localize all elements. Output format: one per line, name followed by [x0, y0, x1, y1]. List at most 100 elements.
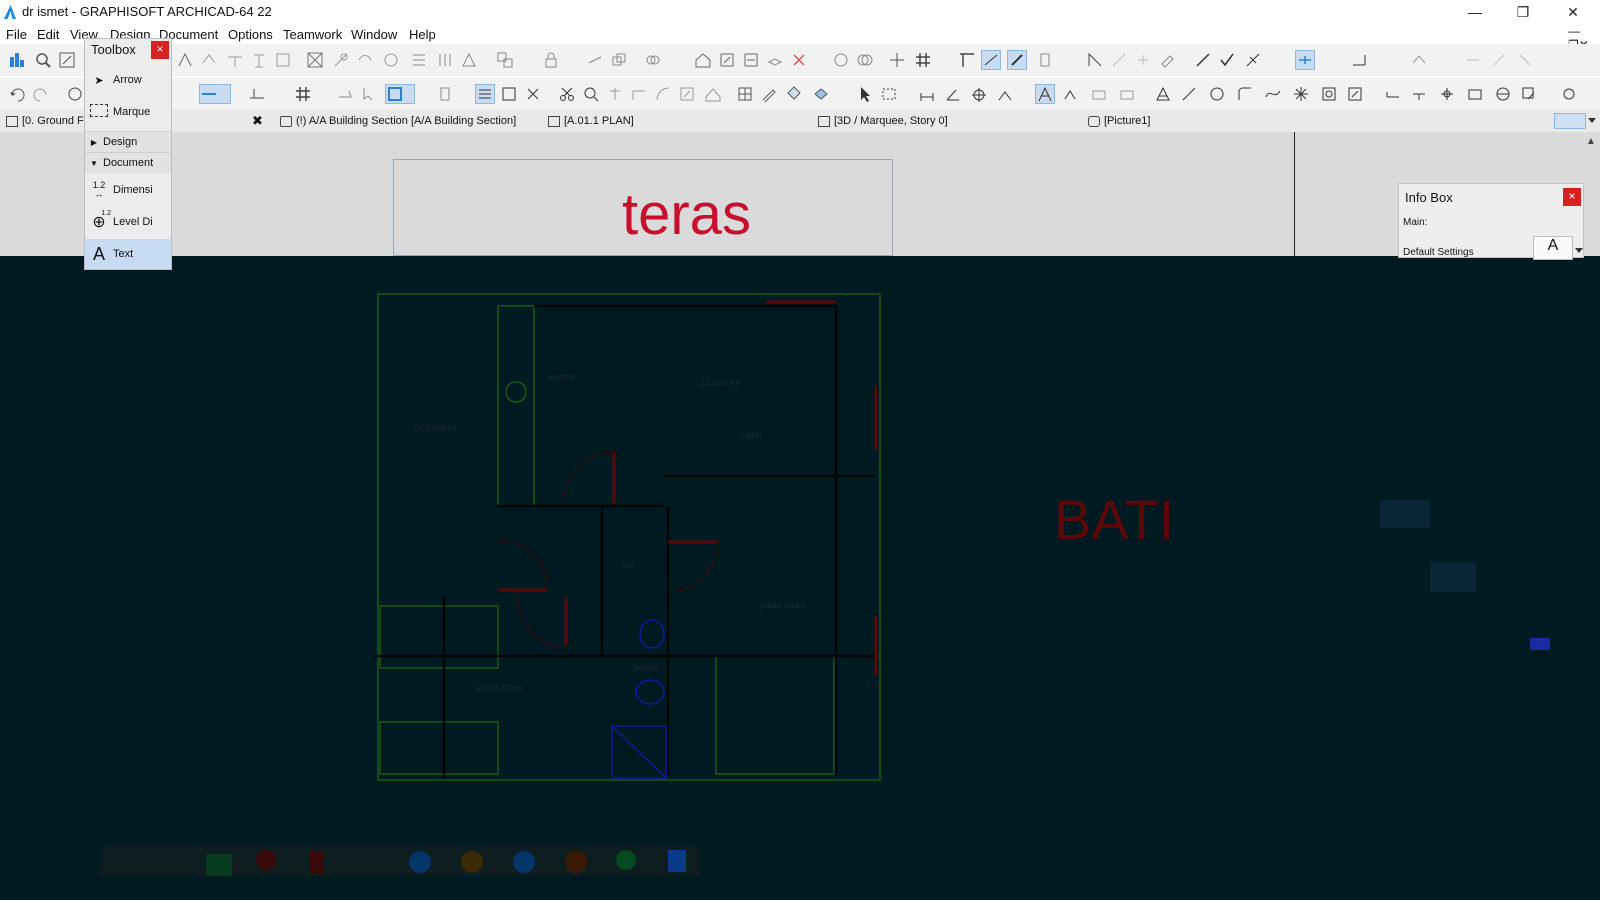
polygon-icon[interactable] [336, 85, 354, 103]
section-tool-icon[interactable] [1384, 85, 1402, 103]
rotate-icon[interactable] [382, 51, 400, 69]
layer-combo-icon[interactable] [475, 84, 495, 104]
pan-icon[interactable] [888, 51, 906, 69]
fillet-icon[interactable] [654, 85, 672, 103]
elevation-tool-icon[interactable] [1410, 85, 1428, 103]
drawing-canvas-dimmed[interactable]: mutfak 22.600 m² salon giriş kapısı hol … [0, 256, 1600, 900]
lock-icon[interactable] [542, 51, 560, 69]
markup-edit-icon[interactable] [1516, 51, 1534, 69]
info-box-default-settings[interactable]: Default Settings [1403, 247, 1474, 258]
find-select-icon[interactable] [582, 85, 600, 103]
worksheet-icon[interactable] [1466, 85, 1484, 103]
snap-points-icon[interactable] [1350, 51, 1368, 69]
drawing-canvas-top[interactable]: teras ▲ [0, 132, 1600, 256]
magic-wand-icon[interactable] [1007, 50, 1027, 70]
menu-edit[interactable]: Edit [37, 27, 59, 42]
tab-3d-marquee[interactable]: [3D / Marquee, Story 0] [818, 113, 948, 129]
label-teras[interactable]: teras [622, 186, 751, 244]
measure-icon[interactable] [1110, 51, 1128, 69]
tab-picture[interactable]: [Picture1] [1088, 113, 1150, 129]
dimension-tool-icon[interactable] [918, 85, 936, 103]
wall-geometry-icon[interactable] [199, 84, 231, 104]
hotlink-icon[interactable] [610, 51, 628, 69]
guide-lines-icon[interactable] [958, 51, 976, 69]
minimize-icon[interactable]: — [1452, 0, 1498, 24]
arc-tool-icon[interactable] [1236, 85, 1254, 103]
tab-list-dropdown-icon[interactable] [1588, 118, 1596, 123]
trace-icon[interactable] [1036, 51, 1054, 69]
label-tool-icon[interactable] [1062, 85, 1080, 103]
tool-arrow[interactable]: ➤ Arrow [85, 65, 171, 95]
profile-icon[interactable] [436, 85, 454, 103]
markup-icon[interactable] [1490, 51, 1508, 69]
distribute-icon[interactable] [436, 51, 454, 69]
interior-elevation-icon[interactable] [1438, 85, 1456, 103]
grid-snap-icon[interactable] [914, 51, 932, 69]
marquee-tool-icon[interactable] [880, 85, 898, 103]
menu-window[interactable]: Window [351, 27, 397, 42]
cross-icon[interactable] [524, 85, 542, 103]
split-icon[interactable] [356, 51, 374, 69]
scroll-up-icon[interactable]: ▲ [1586, 136, 1596, 147]
maximize-icon[interactable]: ❐ [1500, 0, 1546, 24]
toolbox-section-document[interactable]: ▼ Document [85, 152, 171, 173]
intersect-icon[interactable] [630, 85, 648, 103]
scissors-icon[interactable] [558, 85, 576, 103]
favorites-text-icon[interactable]: A [1533, 236, 1573, 260]
column-tool-icon[interactable] [250, 51, 268, 69]
merge-icon[interactable] [332, 51, 350, 69]
slab-tool-icon[interactable] [200, 51, 218, 69]
line-tool-icon[interactable] [1180, 85, 1198, 103]
gravity-icon[interactable] [981, 50, 1001, 70]
tab-building-section[interactable]: (!) A/A Building Section [A/A Building S… [280, 113, 516, 129]
drawing-icon[interactable] [1346, 85, 1364, 103]
hotspot-icon[interactable] [1292, 85, 1310, 103]
menu-teamwork[interactable]: Teamwork [283, 27, 342, 42]
toolbox-close-button[interactable]: × [151, 41, 169, 59]
tab-story[interactable]: [0. Ground F [6, 113, 84, 129]
undo-icon[interactable] [8, 85, 26, 103]
zone-tool-icon[interactable] [1090, 85, 1108, 103]
spline-tool-icon[interactable] [1264, 85, 1282, 103]
box-tool-icon[interactable] [385, 84, 415, 104]
align-icon[interactable] [410, 51, 428, 69]
tab-list-icon[interactable] [1554, 113, 1586, 129]
circle-tool-icon[interactable] [1208, 85, 1226, 103]
object-icon[interactable] [812, 85, 830, 103]
label-bati[interactable]: BATI [1054, 492, 1174, 548]
fit-window-icon[interactable] [58, 51, 76, 69]
arrow-tool-icon[interactable] [856, 85, 874, 103]
floor-plan-icon[interactable] [8, 51, 26, 69]
eraser-icon[interactable] [1158, 51, 1176, 69]
pen-set-icon[interactable] [500, 85, 518, 103]
grid-icon[interactable] [294, 85, 312, 103]
zone-stamp-icon[interactable] [1118, 85, 1136, 103]
snap-special-icon[interactable] [1295, 50, 1315, 70]
info-box-close-button[interactable]: × [1563, 188, 1581, 206]
hatch-icon[interactable] [1154, 85, 1172, 103]
angle-dim-icon[interactable] [944, 85, 962, 103]
menu-file[interactable]: File [6, 27, 27, 42]
beam-tool-icon[interactable] [226, 51, 244, 69]
draw-icon[interactable] [760, 85, 778, 103]
edit-selection-icon[interactable] [718, 51, 736, 69]
renovation-icon[interactable] [1410, 51, 1428, 69]
tool-marquee[interactable]: Marque [85, 97, 171, 127]
tool-text[interactable]: A Text [85, 239, 171, 269]
change-icon[interactable] [742, 51, 760, 69]
curtain-wall-icon[interactable] [736, 85, 754, 103]
angle-icon[interactable] [1244, 51, 1262, 69]
pencil-icon[interactable] [1194, 51, 1212, 69]
zoom-icon[interactable] [34, 51, 52, 69]
3d-orbit-icon[interactable] [856, 51, 874, 69]
design-options-icon[interactable] [1464, 51, 1482, 69]
level-dim-icon[interactable] [970, 85, 988, 103]
menu-options[interactable]: Options [228, 27, 273, 42]
favorites-dropdown-icon[interactable] [1575, 248, 1583, 253]
delete-link-icon[interactable] [790, 51, 808, 69]
fill-icon[interactable] [784, 85, 802, 103]
redo-icon[interactable] [32, 85, 50, 103]
wall-tool-icon[interactable] [176, 51, 194, 69]
close-tab-button[interactable]: ✖ [252, 113, 263, 129]
group-icon[interactable] [496, 51, 514, 69]
